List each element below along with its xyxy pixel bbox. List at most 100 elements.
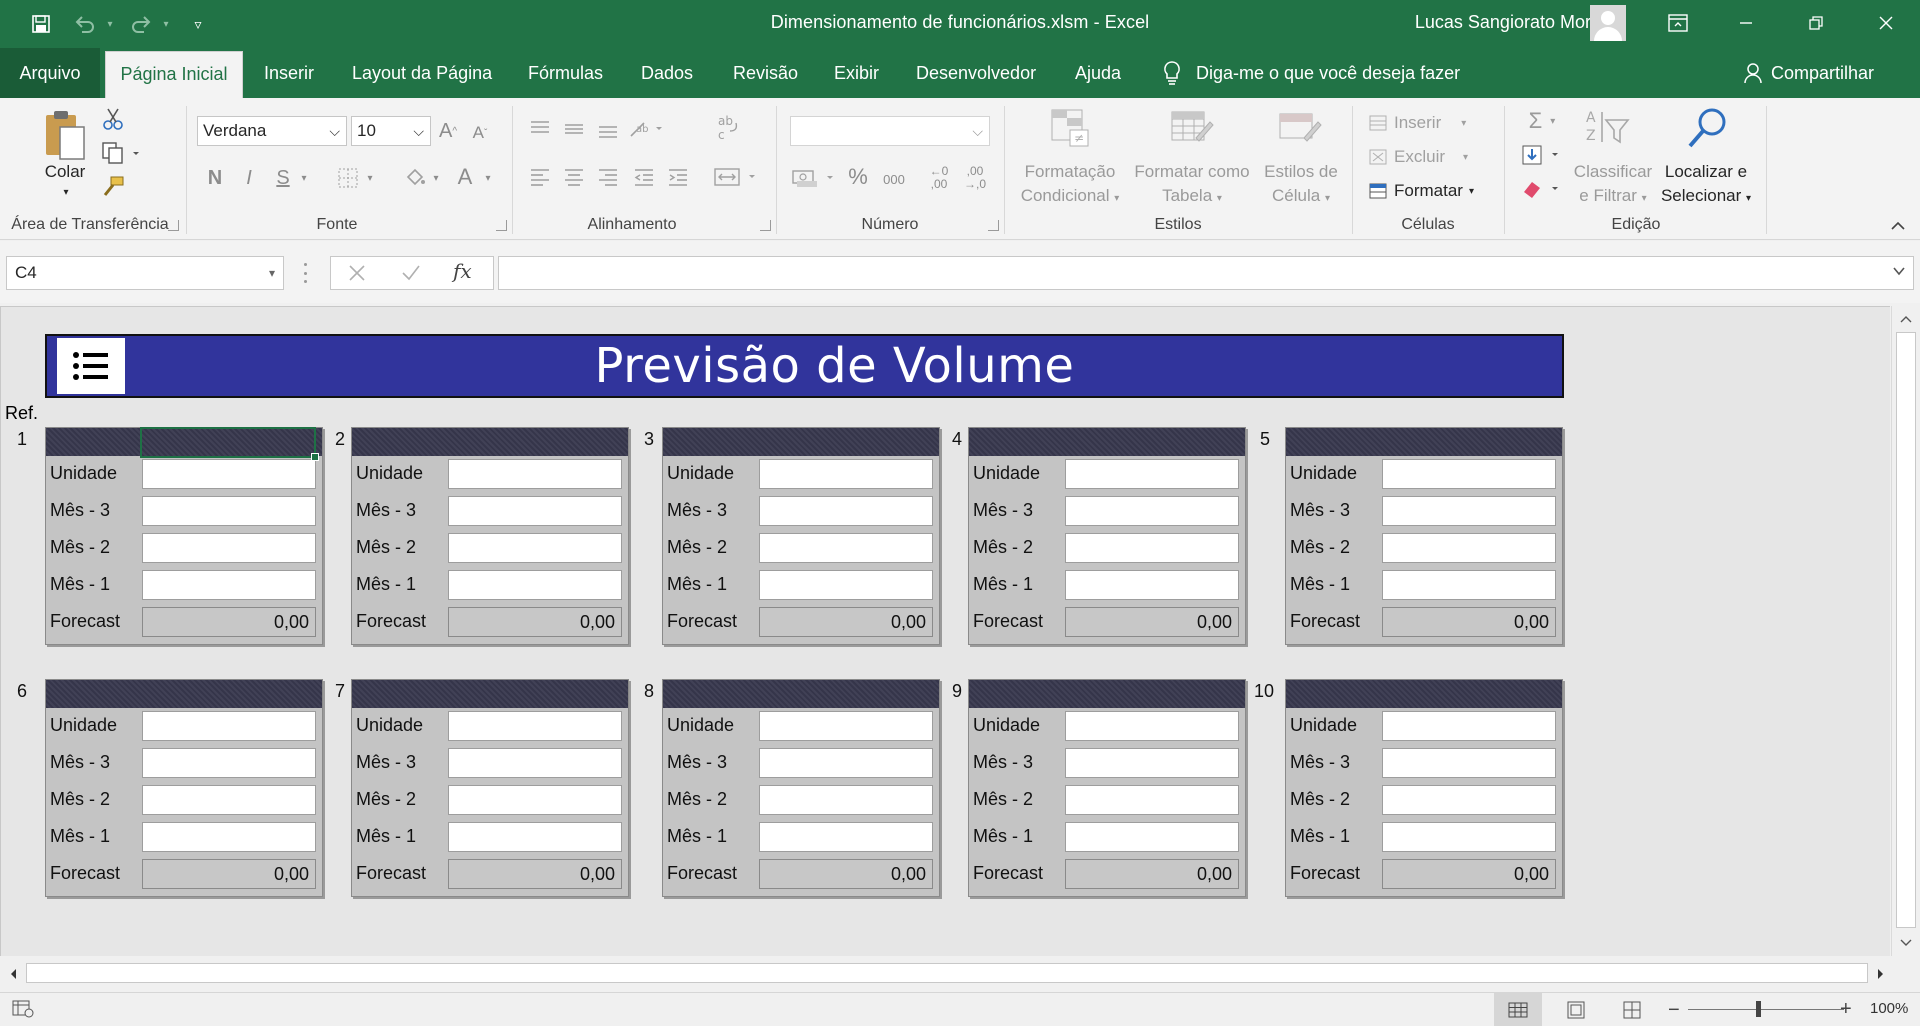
borders-dropdown-icon[interactable]: ▾ <box>364 170 376 186</box>
minimize-icon[interactable] <box>1718 0 1774 46</box>
decrease-decimal-button[interactable]: ,00 →,0 <box>960 162 990 194</box>
vertical-scroll-thumb[interactable] <box>1896 332 1916 928</box>
font-name-combo[interactable]: Verdana ⌵ <box>197 116 347 146</box>
fill-color-icon[interactable] <box>400 162 428 192</box>
conditional-formatting-icon[interactable]: ≠ <box>1048 108 1092 148</box>
tab-revisao[interactable]: Revisão <box>733 48 798 98</box>
fill-icon[interactable] <box>1520 142 1564 168</box>
format-painter-icon[interactable] <box>100 174 126 200</box>
percent-style-button[interactable]: % <box>844 162 872 192</box>
font-color-icon[interactable]: A <box>452 162 478 192</box>
close-icon[interactable] <box>1858 0 1914 46</box>
decrease-indent-icon[interactable] <box>630 164 658 190</box>
unidade-input[interactable] <box>1382 711 1556 741</box>
autosum-icon[interactable]: Σ ▾ <box>1520 108 1564 134</box>
month-volume-input[interactable] <box>448 748 622 778</box>
font-size-combo[interactable]: 10 ⌵ <box>351 116 431 146</box>
splitter-handle[interactable] <box>302 263 308 283</box>
italic-button[interactable]: I <box>238 164 260 192</box>
month-volume-input[interactable] <box>1382 785 1556 815</box>
align-bottom-icon[interactable] <box>594 116 622 142</box>
month-volume-input[interactable] <box>448 822 622 852</box>
number-launcher-icon[interactable] <box>988 220 999 231</box>
month-volume-input[interactable] <box>142 496 316 526</box>
align-right-icon[interactable] <box>594 164 622 190</box>
month-volume-input[interactable] <box>759 570 933 600</box>
zoom-out-button[interactable]: − <box>1668 999 1680 1022</box>
enter-icon[interactable] <box>401 263 421 288</box>
page-layout-view-icon[interactable] <box>1566 1001 1586 1024</box>
underline-button[interactable]: S <box>272 164 294 192</box>
card-header[interactable] <box>663 428 939 456</box>
share-button[interactable]: Compartilhar <box>1743 48 1874 98</box>
scroll-right-icon[interactable] <box>1870 963 1892 985</box>
vertical-scrollbar[interactable] <box>1891 306 1920 956</box>
month-volume-input[interactable] <box>1065 570 1239 600</box>
insert-cells-button[interactable]: Inserir ▾ <box>1368 110 1498 136</box>
card-header[interactable] <box>46 428 322 456</box>
find-select-icon[interactable] <box>1684 106 1730 152</box>
number-format-combo[interactable]: ⌵ <box>790 116 990 146</box>
bold-button[interactable]: N <box>204 164 226 192</box>
align-middle-icon[interactable] <box>560 116 588 142</box>
name-box[interactable]: C4 ▾ <box>6 256 284 290</box>
increase-indent-icon[interactable] <box>664 164 692 190</box>
borders-icon[interactable] <box>334 164 362 192</box>
paste-icon[interactable] <box>42 108 88 164</box>
unidade-input[interactable] <box>142 711 316 741</box>
month-volume-input[interactable] <box>448 533 622 563</box>
page-break-view-icon[interactable] <box>1622 1001 1642 1024</box>
horizontal-scrollbar[interactable] <box>0 959 1920 989</box>
cell-styles-icon[interactable] <box>1278 108 1322 148</box>
card-header[interactable] <box>663 680 939 708</box>
unidade-input[interactable] <box>1065 711 1239 741</box>
fill-color-dropdown-icon[interactable]: ▾ <box>430 170 442 186</box>
cancel-icon[interactable] <box>347 263 367 288</box>
increase-decimal-button[interactable]: ←0 ,00 <box>924 162 954 194</box>
tab-ajuda[interactable]: Ajuda <box>1075 48 1121 98</box>
zoom-level[interactable]: 100% <box>1870 1000 1908 1017</box>
expand-formula-icon[interactable] <box>1891 263 1907 284</box>
sort-filter-icon[interactable]: AZ <box>1584 104 1632 152</box>
month-volume-input[interactable] <box>142 785 316 815</box>
underline-dropdown-icon[interactable]: ▾ <box>298 170 310 186</box>
tell-me-search[interactable]: Diga-me o que você deseja fazer <box>1162 48 1460 98</box>
comma-style-button[interactable]: 000 <box>878 166 910 192</box>
increase-font-icon[interactable]: A ^ <box>436 116 460 146</box>
month-volume-input[interactable] <box>759 533 933 563</box>
paste-button-label[interactable]: Colar <box>40 160 90 184</box>
tab-inserir[interactable]: Inserir <box>264 48 314 98</box>
format-as-table-label[interactable]: Formatar como Tabela ▾ <box>1130 160 1254 211</box>
restore-icon[interactable] <box>1788 0 1844 46</box>
month-volume-input[interactable] <box>142 533 316 563</box>
month-volume-input[interactable] <box>1065 496 1239 526</box>
tab-desenvolvedor[interactable]: Desenvolvedor <box>916 48 1036 98</box>
unidade-input[interactable] <box>142 459 316 489</box>
decrease-font-icon[interactable]: Aˇ <box>468 118 492 148</box>
unidade-input[interactable] <box>759 459 933 489</box>
delete-cells-button[interactable]: Excluir ▾ <box>1368 144 1498 170</box>
paste-dropdown-icon[interactable]: ▾ <box>60 186 72 198</box>
orientation-icon[interactable]: ab <box>626 116 666 142</box>
month-volume-input[interactable] <box>142 570 316 600</box>
card-header[interactable] <box>352 428 628 456</box>
month-volume-input[interactable] <box>448 785 622 815</box>
tab-formulas[interactable]: Fórmulas <box>528 48 603 98</box>
align-center-icon[interactable] <box>560 164 588 190</box>
cut-icon[interactable] <box>100 106 126 132</box>
copy-icon[interactable] <box>100 140 140 166</box>
month-volume-input[interactable] <box>142 748 316 778</box>
month-volume-input[interactable] <box>759 785 933 815</box>
unidade-input[interactable] <box>1065 459 1239 489</box>
scroll-left-icon[interactable] <box>2 963 24 985</box>
month-volume-input[interactable] <box>1065 785 1239 815</box>
ribbon-display-options-icon[interactable] <box>1650 0 1706 46</box>
month-volume-input[interactable] <box>1382 748 1556 778</box>
unidade-input[interactable] <box>448 711 622 741</box>
card-header[interactable] <box>46 680 322 708</box>
sort-filter-label[interactable]: Classificar e Filtrar ▾ <box>1566 160 1660 211</box>
month-volume-input[interactable] <box>448 570 622 600</box>
collapse-ribbon-icon[interactable] <box>1888 218 1908 234</box>
font-launcher-icon[interactable] <box>496 220 507 231</box>
format-as-table-icon[interactable] <box>1170 108 1214 148</box>
